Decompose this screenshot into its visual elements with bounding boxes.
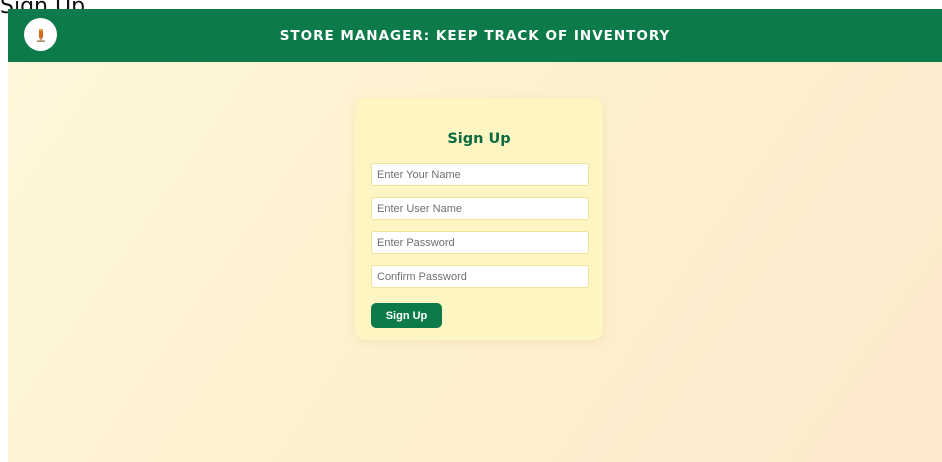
name-input[interactable] bbox=[371, 163, 589, 186]
password-input[interactable] bbox=[371, 231, 589, 254]
app-container: STORE MANAGER: KEEP TRACK OF INVENTORY S… bbox=[8, 9, 942, 462]
signup-title: Sign Up bbox=[447, 131, 511, 147]
signup-button[interactable]: Sign Up bbox=[371, 303, 442, 328]
app-logo[interactable] bbox=[24, 18, 57, 51]
confirm-password-input[interactable] bbox=[371, 265, 589, 288]
signup-card: Sign Up Sign Up bbox=[355, 98, 603, 340]
username-input[interactable] bbox=[371, 197, 589, 220]
app-header: STORE MANAGER: KEEP TRACK OF INVENTORY bbox=[8, 9, 942, 62]
header-title: STORE MANAGER: KEEP TRACK OF INVENTORY bbox=[279, 27, 671, 44]
pencil-icon bbox=[36, 28, 45, 42]
